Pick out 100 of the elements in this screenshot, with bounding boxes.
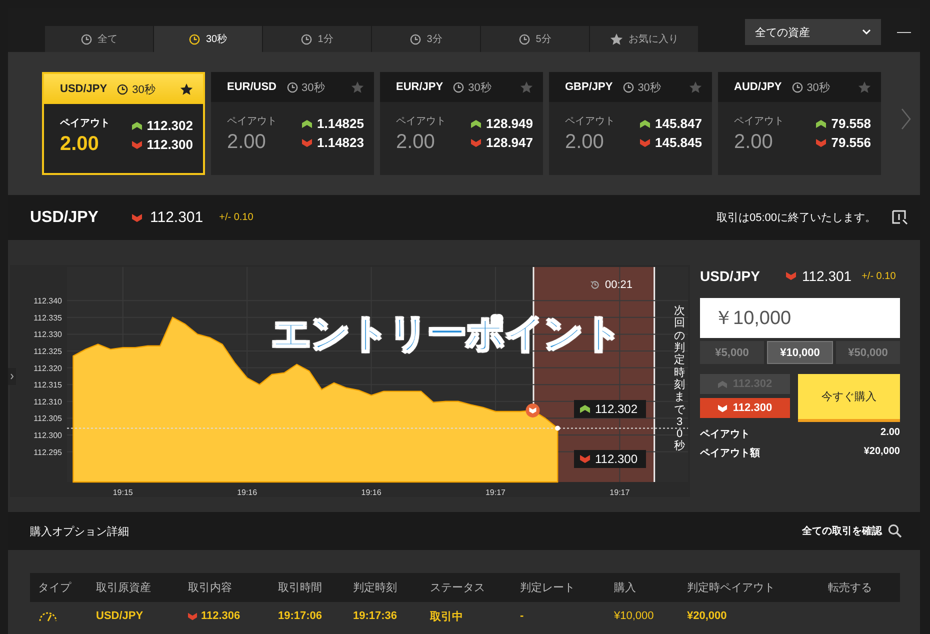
clock-icon xyxy=(117,84,128,94)
axis-label: 112.330 xyxy=(34,330,62,340)
window-icon[interactable] xyxy=(892,210,908,226)
duration: 30秒 xyxy=(132,82,156,96)
axis-label: 112.325 xyxy=(34,346,62,356)
axis-label: 112.295 xyxy=(34,448,62,457)
tab[interactable]: 全て xyxy=(45,26,153,52)
payout-label: ペイアウト xyxy=(565,115,615,128)
up-arrow-icon xyxy=(302,118,312,128)
table-cell: 112.306 xyxy=(201,610,240,622)
amount-field[interactable]: ￥10,000 xyxy=(700,298,900,338)
tab[interactable]: 1分 xyxy=(263,26,371,52)
section-title: 購入オプション詳細 xyxy=(30,524,129,538)
tab[interactable]: 30秒 xyxy=(154,26,262,52)
down-arrow-icon xyxy=(718,404,727,412)
bid-price: 79.556 xyxy=(831,135,871,150)
axis-label: 19:17 xyxy=(610,488,630,497)
pair-name: GBP/JPY xyxy=(565,81,613,93)
chevron-down-icon xyxy=(862,29,871,35)
spread: +/- 0.10 xyxy=(219,212,254,223)
current-price: 112.301 xyxy=(802,268,852,284)
tab[interactable]: お気に入り xyxy=(590,26,698,52)
down-arrow-icon xyxy=(640,138,650,148)
order-pair: USD/JPY xyxy=(700,268,761,284)
star-icon[interactable] xyxy=(610,32,622,46)
axis-label: 19:15 xyxy=(112,488,133,497)
trading-notice: 取引は05:00に終了いたします。 xyxy=(716,211,876,225)
payout-value: 2.00 xyxy=(227,131,267,154)
table-cell-text: 19:17:36 xyxy=(352,609,398,624)
clock-icon xyxy=(622,82,634,92)
ask-price: 128.949 xyxy=(486,116,533,131)
instrument-title: USD/JPY xyxy=(30,208,100,226)
payout-value: 2.00 xyxy=(396,131,436,154)
view-all-link[interactable]: 全ての取引を確認 xyxy=(802,524,882,538)
up-arrow-icon xyxy=(471,118,481,128)
quote-card[interactable]: EUR/USD 30秒 ペイアウト 2.00 1.14825 1.14823 xyxy=(211,72,374,175)
quote-card[interactable]: AUD/JPY 30秒 ペイアウト 2.00 79.558 79.556 xyxy=(718,72,881,175)
asset-dropdown[interactable]: 全ての資産 xyxy=(745,19,881,45)
table-cell-text: ¥10,000 xyxy=(613,609,655,624)
pair-name: EUR/JPY xyxy=(396,81,444,93)
down-arrow-icon xyxy=(786,271,796,281)
star-icon[interactable] xyxy=(180,82,193,96)
current-price: 112.301 xyxy=(150,209,204,226)
history-icon xyxy=(590,280,600,290)
axis-label: 112.340 xyxy=(34,296,62,306)
duration: 30秒 xyxy=(638,80,661,94)
buy-now-button[interactable]: 今すぐ購入 xyxy=(798,374,900,422)
duration: 30秒 xyxy=(468,80,492,94)
column-header: 転売する xyxy=(820,573,900,602)
tab[interactable]: 5分 xyxy=(481,26,589,52)
table-cell-text: - xyxy=(519,609,525,624)
pair-name: USD/JPY xyxy=(60,83,108,95)
ask-price: 79.558 xyxy=(831,116,871,131)
up-arrow-icon xyxy=(640,118,650,128)
entry-marker xyxy=(526,403,540,418)
axis-label: 112.305 xyxy=(34,414,62,424)
down-arrow-icon xyxy=(132,212,142,222)
down-arrow-icon xyxy=(471,138,481,148)
axis-label: 19:16 xyxy=(361,488,382,497)
payout-label: ペイアウト xyxy=(227,115,277,128)
star-icon[interactable] xyxy=(858,80,871,94)
quote-card[interactable]: GBP/JPY 30秒 ペイアウト 2.00 145.847 145.845 xyxy=(549,72,712,175)
column-header: タイプ xyxy=(30,573,88,602)
clock-icon xyxy=(792,82,803,92)
up-arrow-icon xyxy=(718,380,727,388)
star-icon[interactable] xyxy=(351,80,364,94)
tab[interactable]: 3分 xyxy=(372,26,480,52)
payout-label: ペイアウト xyxy=(734,115,784,128)
pair-name: EUR/USD xyxy=(227,81,277,93)
clock-icon xyxy=(188,34,200,44)
quote-card[interactable]: USD/JPY 30秒 ペイアウト 2.00 112.302 112.300 xyxy=(42,72,205,175)
low-button[interactable]: 112.300 xyxy=(700,398,790,418)
table-cell-text: ¥20,000 xyxy=(686,609,728,624)
axis-label: 112.300 xyxy=(34,430,62,440)
down-arrow-icon xyxy=(816,138,826,148)
axis-label: 112.315 xyxy=(34,380,62,390)
column-header: 取引原資産 xyxy=(88,573,180,602)
axis-label: 112.310 xyxy=(34,397,62,406)
ask-price-tag: 112.302 xyxy=(574,400,646,418)
column-header: ステータス xyxy=(422,573,512,602)
expand-handle[interactable] xyxy=(8,368,16,385)
column-header: 購入 xyxy=(606,573,679,602)
down-arrow-icon xyxy=(132,140,142,150)
expiry-label: 次回の判定時刻まで30秒 xyxy=(674,305,685,453)
quote-card[interactable]: EUR/JPY 30秒 ペイアウト 2.00 128.949 128.947 xyxy=(380,72,543,175)
search-icon[interactable] xyxy=(888,524,902,538)
ask-price: 112.302 xyxy=(146,118,193,133)
star-icon[interactable] xyxy=(689,80,702,94)
current-price-dot xyxy=(555,426,560,431)
bid-price: 112.300 xyxy=(146,137,193,152)
amount-preset[interactable]: ¥10,000 xyxy=(767,341,833,364)
star-icon[interactable] xyxy=(520,80,533,94)
clock-icon xyxy=(300,34,312,44)
payout-label: ペイアウト xyxy=(396,115,446,128)
up-arrow-icon xyxy=(132,120,142,130)
countdown-timer: 00:21 xyxy=(605,279,633,291)
payout-label: ペイアウト xyxy=(700,428,750,441)
gauge-icon xyxy=(38,610,58,622)
column-header: 判定時刻 xyxy=(345,573,422,602)
axis-label: 19:16 xyxy=(237,488,258,497)
